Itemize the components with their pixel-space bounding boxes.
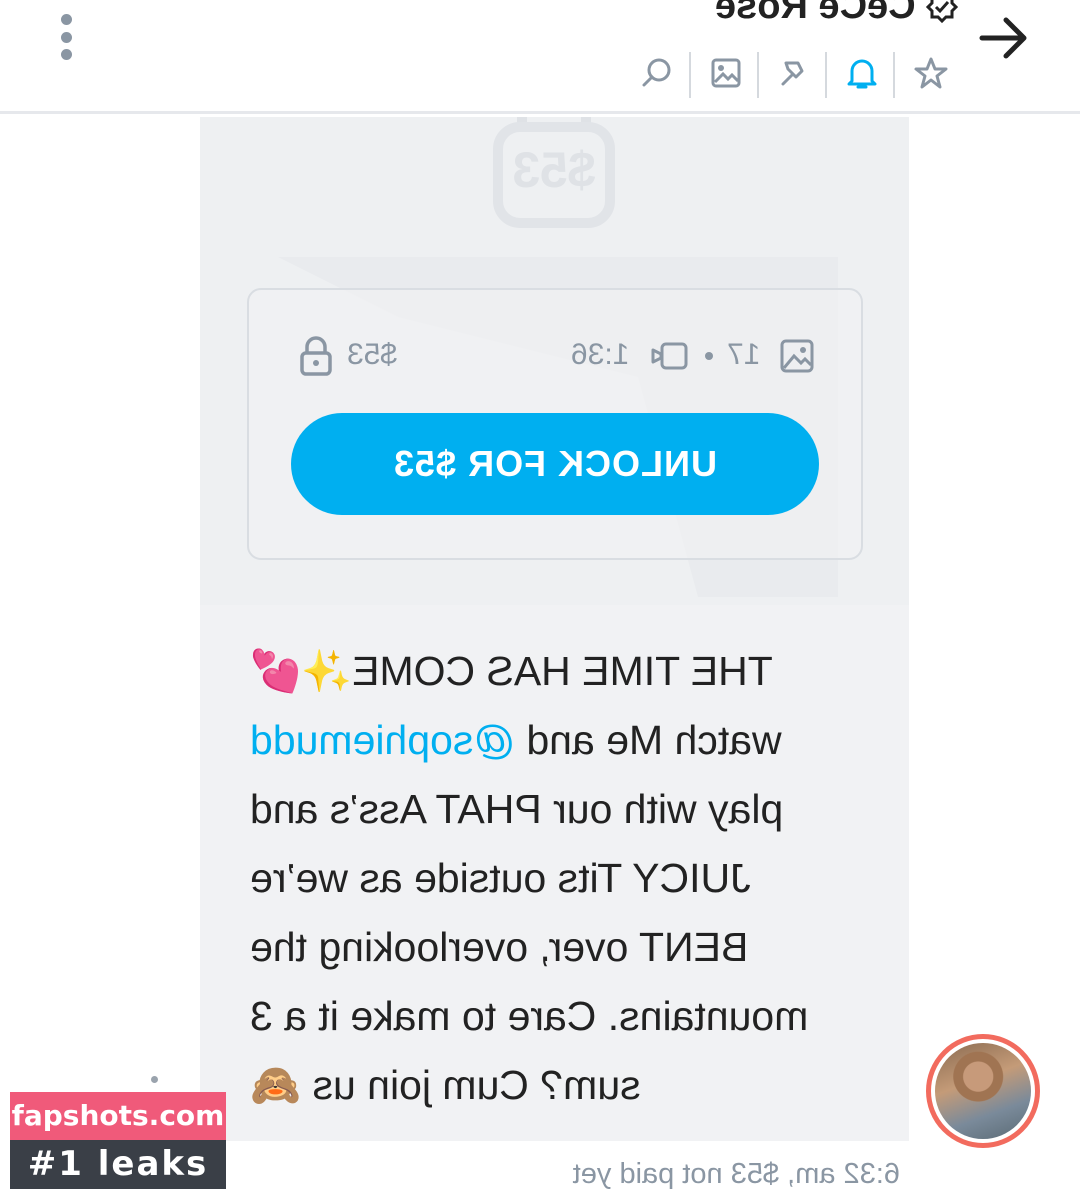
toolbar-divider bbox=[757, 52, 759, 98]
media-price: $53 bbox=[347, 338, 398, 371]
unlock-button[interactable]: UNLOCK FOR $53 bbox=[291, 413, 819, 515]
watermark-tagline: #1 leaks bbox=[10, 1140, 226, 1189]
video-icon bbox=[649, 340, 689, 372]
sparkles-hearts-emoji: ✨💕 bbox=[250, 647, 353, 695]
chat-toolbar bbox=[632, 50, 956, 98]
message-line: sum? Cum join us 🙈 bbox=[250, 1061, 641, 1109]
monkey-emoji: 🙈 bbox=[250, 1061, 302, 1109]
avatar-image bbox=[935, 1043, 1031, 1139]
kebab-menu-icon[interactable] bbox=[58, 14, 74, 60]
pin-icon[interactable] bbox=[771, 50, 817, 96]
price-tag-label: $53 bbox=[512, 142, 596, 198]
locked-media-preview: $53 $53 1:36 17 UNLOCK FOR $53 bbox=[200, 117, 909, 605]
watermark: fapshots.com #1 leaks bbox=[10, 1092, 226, 1189]
message-line: watch Me and @sophiemudd bbox=[250, 717, 782, 763]
image-count-icon bbox=[779, 338, 815, 374]
chat-header: CeCe Rose bbox=[0, 0, 1080, 114]
avatar[interactable] bbox=[926, 1034, 1040, 1148]
watermark-site: fapshots.com bbox=[10, 1092, 226, 1140]
chat-title-row: CeCe Rose bbox=[630, 0, 960, 26]
search-icon[interactable] bbox=[634, 50, 680, 96]
message-line: mountains. Care to make it a 3 bbox=[250, 993, 809, 1039]
message-line: BENT over, overlooking the bbox=[250, 924, 749, 970]
image-count: 17 bbox=[727, 338, 761, 371]
price-tag-icon: $53 bbox=[492, 117, 616, 229]
media-meta-row: $53 1:36 17 bbox=[249, 336, 861, 380]
chat-title: CeCe Rose bbox=[715, 0, 916, 26]
message-line: THE TIME HAS COME✨💕 bbox=[250, 647, 773, 695]
video-duration: 1:36 bbox=[571, 338, 630, 371]
unlock-card: $53 1:36 17 UNLOCK FOR $53 bbox=[247, 288, 863, 560]
toolbar-divider bbox=[825, 52, 827, 98]
bell-icon[interactable] bbox=[839, 50, 885, 96]
separator-dot bbox=[705, 352, 713, 360]
arrow-right-icon[interactable] bbox=[976, 12, 1032, 64]
message-line: play with our PHAT Ass’s and bbox=[250, 786, 784, 832]
message-timestamp: 6:32 am, $53 not paid yet bbox=[572, 1158, 900, 1190]
image-icon[interactable] bbox=[703, 50, 749, 96]
unlock-button-label: UNLOCK FOR $53 bbox=[392, 443, 718, 484]
message-text: THE TIME HAS COME✨💕 watch Me and @sophie… bbox=[250, 637, 880, 1120]
toolbar-divider bbox=[689, 52, 691, 98]
message-line: JUICY Tits outside as we’re bbox=[250, 855, 751, 901]
lock-icon bbox=[299, 336, 333, 376]
mention-link[interactable]: @sophiemudd bbox=[250, 717, 515, 763]
verified-badge-icon bbox=[924, 0, 960, 26]
message-bubble: $53 $53 1:36 17 UNLOCK FOR $53 THE TIME … bbox=[200, 117, 909, 1141]
star-icon[interactable] bbox=[908, 50, 954, 96]
toolbar-divider bbox=[893, 52, 895, 98]
